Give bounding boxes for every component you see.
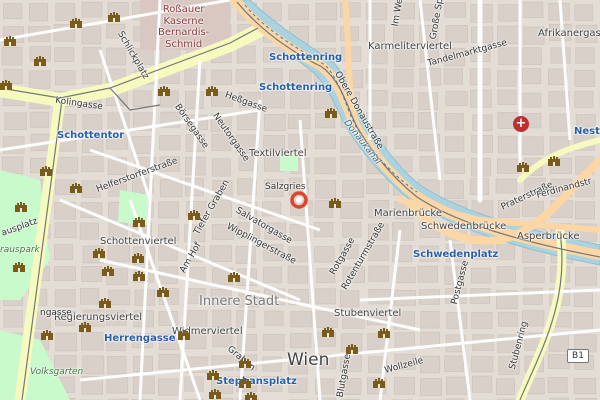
castle-icon[interactable] — [322, 327, 334, 337]
castle-icon[interactable] — [157, 287, 169, 297]
castle-icon[interactable] — [548, 156, 560, 166]
castle-icon[interactable] — [346, 344, 358, 354]
schwedenbrucke-label: Schwedenbrücke — [421, 221, 507, 232]
castle-icon[interactable] — [93, 248, 105, 258]
location-pin-icon[interactable] — [289, 190, 309, 210]
stubenviertel-label: Stubenviertel — [334, 308, 402, 319]
textilviertel-label: Textilviertel — [249, 148, 307, 159]
schwedenplatz-label[interactable]: Schwedenplatz — [413, 250, 498, 260]
castle-icon[interactable] — [517, 162, 529, 172]
stephansplatz-label[interactable]: Stephansplatz — [216, 377, 297, 387]
castle-icon[interactable] — [133, 217, 145, 227]
castle-icon[interactable] — [70, 18, 82, 28]
rossauer-kaserne-label: Roßauer Kaserne Bernardis- Schmid — [158, 4, 210, 50]
castle-icon[interactable] — [133, 271, 145, 281]
wien-label: Wien — [287, 350, 330, 370]
castle-icon[interactable] — [34, 56, 46, 66]
freyung-label: ngasse — [40, 308, 72, 318]
castle-icon[interactable] — [206, 86, 218, 96]
asperbrucke-label: Asperbrücke — [517, 231, 580, 242]
innere-stadt-label: Innere Stadt — [199, 294, 280, 309]
castle-icon[interactable] — [373, 378, 385, 388]
castle-icon[interactable] — [239, 378, 251, 388]
castle-icon[interactable] — [41, 330, 53, 340]
castle-icon[interactable] — [209, 389, 221, 399]
castle-icon[interactable] — [245, 392, 257, 400]
afrikanergasse-label: Afrikanergasse — [538, 28, 600, 39]
rathauspark-label: rauspark — [0, 245, 40, 255]
castle-icon[interactable] — [40, 166, 52, 176]
map-canvas[interactable]: Roßauer Kaserne Bernardis- Schmid Schott… — [0, 0, 600, 400]
castle-icon[interactable] — [4, 36, 16, 46]
schottenring-u-label[interactable]: Schottenring — [259, 83, 332, 93]
karmeliterviertel-label: Karmeliterviertel — [368, 41, 452, 52]
castle-icon[interactable] — [108, 12, 120, 22]
castle-icon[interactable] — [132, 253, 144, 263]
schottenviertel-label: Schottenviertel — [100, 236, 177, 247]
castle-icon[interactable] — [178, 330, 190, 340]
castle-icon[interactable] — [325, 108, 337, 118]
schottenring-label[interactable]: Schottenring — [269, 53, 342, 63]
marienbrucke-label: Marienbrücke — [374, 208, 443, 219]
castle-icon[interactable] — [239, 358, 251, 368]
castle-icon[interactable] — [102, 266, 114, 276]
castle-icon[interactable] — [70, 183, 82, 193]
castle-icon[interactable] — [207, 370, 219, 380]
castle-icon[interactable] — [79, 322, 91, 332]
schottentor-label[interactable]: Schottentor — [57, 131, 124, 141]
castle-icon[interactable] — [188, 210, 200, 220]
castle-icon[interactable] — [158, 86, 170, 96]
castle-icon[interactable] — [99, 298, 111, 308]
castle-icon[interactable] — [378, 328, 390, 338]
castle-icon[interactable] — [228, 272, 240, 282]
herrengasse-label[interactable]: Herrengasse — [104, 334, 176, 344]
b1-road-shield: B1 — [567, 349, 589, 363]
nestroy-label[interactable]: Nestr — [574, 127, 600, 137]
castle-icon[interactable] — [329, 198, 341, 208]
castle-icon[interactable] — [13, 262, 25, 272]
castle-icon[interactable] — [15, 202, 27, 212]
castle-icon[interactable] — [0, 80, 12, 90]
hospital-icon[interactable]: + — [513, 116, 529, 132]
volksgarten-label: Volksgarten — [30, 367, 84, 377]
